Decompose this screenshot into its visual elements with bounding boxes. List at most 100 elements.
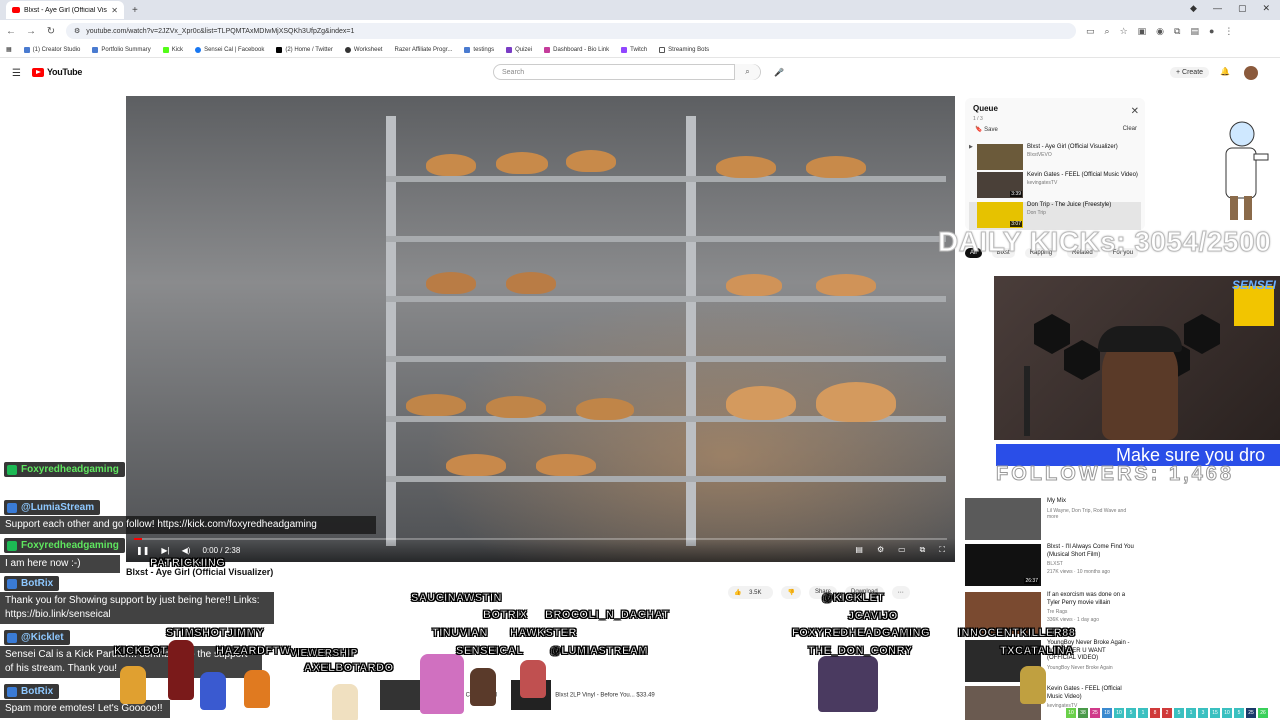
stream-chat-overlay: Foxyredheadgaming @LumiaStream Support e… (0, 430, 380, 720)
browser-tab-active[interactable]: Blxst - Aye Girl (Official Vis... ✕ (6, 1, 124, 19)
recommendation-item[interactable]: YoungBoy Never Broke Again - WHATEVER U … (965, 640, 1135, 682)
bookmark[interactable]: Portfolio Summary (92, 46, 151, 53)
share-button[interactable]: Share (808, 586, 837, 599)
bookmark-icon (344, 46, 351, 53)
recommendation-item[interactable]: 26:37 Blxst - I'll Always Come Find You … (965, 544, 1135, 586)
hamburger-menu-icon[interactable]: ☰ (12, 68, 21, 79)
settings-gear-icon[interactable]: ⚙ (877, 545, 884, 555)
close-window-icon[interactable]: ✕ (1262, 3, 1270, 14)
theater-mode-icon[interactable]: ▭ (898, 545, 906, 555)
bookmark[interactable]: testings (464, 46, 494, 53)
profile-icon[interactable]: ◆ (1190, 3, 1197, 14)
badge-icon (7, 632, 17, 643)
account-avatar[interactable] (1244, 66, 1258, 80)
color-count: 10 (1066, 708, 1076, 718)
forward-icon[interactable]: → (26, 26, 36, 37)
queue-item[interactable]: ▶ Blxst - Aye Girl (Official Visualizer)… (969, 144, 1141, 172)
extension-icon[interactable]: ▤ (1190, 26, 1199, 37)
like-button[interactable]: 👍 3.5K (728, 586, 774, 599)
minimize-icon[interactable]: — (1213, 3, 1222, 14)
create-button[interactable]: + Create (1170, 67, 1210, 78)
bookmark[interactable]: Kick (162, 46, 183, 53)
color-count: 8 (1150, 708, 1160, 718)
color-count: 18 (1102, 708, 1112, 718)
zoom-icon[interactable]: ⌕ (1105, 26, 1110, 37)
avatar-icon[interactable]: ● (1209, 26, 1214, 37)
notifications-bell-icon[interactable]: 🔔 (1220, 67, 1230, 76)
fullscreen-icon[interactable]: ⛶ (939, 545, 945, 555)
bookmark[interactable]: Razer Affiliate Progr... (394, 47, 452, 53)
merch-item[interactable]: Blxst - Just For Clarity Vinyl (380, 680, 497, 710)
chat-username: @Kicklet (4, 630, 70, 645)
search-input[interactable]: Search ⌕ (493, 64, 761, 80)
bookmark[interactable]: Streaming Bots (659, 46, 709, 53)
bookmark-star-icon[interactable]: ☆ (1120, 26, 1128, 37)
video-actions: 👍 3.5K 👎 Share Download ⋯ (728, 586, 910, 599)
miniplayer-icon[interactable]: ⧉ (920, 545, 926, 555)
search-icon[interactable]: ⌕ (734, 64, 760, 80)
chat-text: I am here now :-) (0, 555, 120, 573)
bookmark-icon (195, 46, 202, 53)
bookmark[interactable]: Quizei (506, 46, 532, 53)
merch-item[interactable]: Blxst 2LP Vinyl - Before You... $33.49 (511, 680, 655, 710)
mic-arm (1024, 366, 1030, 436)
bookmark[interactable]: Worksheet (344, 46, 382, 53)
color-count: 1 (1186, 708, 1196, 718)
dislike-button[interactable]: 👎 (781, 586, 801, 599)
cast-icon[interactable]: ▭ (1086, 26, 1095, 37)
extension-icon[interactable]: ▣ (1138, 26, 1147, 37)
back-icon[interactable]: ← (6, 26, 16, 37)
followers-counter: FOLLOWERS: 1,468 (995, 463, 1235, 486)
captions-icon[interactable]: ▤ (855, 545, 863, 555)
viewer-name: JCAVIJO (848, 610, 898, 623)
close-tab-icon[interactable]: ✕ (111, 6, 118, 15)
new-tab-icon[interactable]: + (132, 5, 138, 16)
color-count: 25 (1090, 708, 1100, 718)
badge-icon (7, 686, 17, 697)
queue-thumbnail: 3:39 (977, 172, 1023, 198)
color-count: 1 (1138, 708, 1148, 718)
bakery-rack-image (386, 116, 946, 546)
extension-icon[interactable]: ⧉ (1174, 26, 1180, 37)
color-count: 10 (1114, 708, 1124, 718)
queue-item[interactable]: 3:39 Kevin Gates - FEEL (Official Music … (969, 172, 1141, 200)
chat-username: @LumiaStream (4, 500, 101, 515)
bookmark-icon (506, 46, 513, 53)
window-controls: ◆ — ▢ ✕ (1190, 3, 1270, 14)
color-count: 15 (1210, 708, 1220, 718)
save-queue-button[interactable]: 🔖 Save (975, 126, 998, 133)
download-button[interactable]: Download (844, 586, 884, 599)
bookmark-icon (276, 46, 283, 53)
url-text: youtube.com/watch?v=2JZVx_Xpr0c&list=TLP… (86, 27, 355, 35)
maximize-icon[interactable]: ▢ (1238, 3, 1247, 14)
recommendation-item[interactable]: If an exorcism was done on a Tyler Perry… (965, 592, 1135, 634)
url-field[interactable]: ⚙ youtube.com/watch?v=2JZVx_Xpr0c&list=T… (66, 23, 1076, 39)
reload-icon[interactable]: ↻ (46, 26, 56, 37)
extensions-area: ▭ ⌕ ☆ ▣ ◉ ⧉ ▤ ● ⋮ (1086, 26, 1233, 37)
bookmark-icon (162, 46, 169, 53)
bookmark[interactable]: Sensei Cal | Facebook (195, 46, 264, 53)
clear-queue-button[interactable]: Clear (1123, 126, 1137, 132)
bookmark[interactable]: Twitch (621, 46, 647, 53)
chat-username: BotRix (4, 576, 60, 591)
youtube-play-icon (32, 67, 44, 77)
bookmark-icon (23, 46, 30, 53)
recommendation-item[interactable]: My Mix Lil Wayne, Don Trip, Rod Wave and … (965, 498, 1135, 540)
queue-title: Queue (973, 104, 998, 113)
microphone-icon[interactable]: 🎤 (774, 68, 784, 77)
bookmark[interactable]: Dashboard - Bio Link (544, 46, 609, 53)
youtube-logo[interactable]: YouTube (32, 67, 82, 77)
close-icon[interactable]: ✕ (1131, 106, 1139, 117)
apps-icon[interactable]: ▦ (6, 46, 12, 53)
viewer-name: BROCOLI_N_DACHAT (545, 609, 670, 622)
menu-icon[interactable]: ⋮ (1224, 26, 1233, 37)
viewer-name: BOTRIX (483, 609, 528, 622)
recommendation-thumbnail (965, 686, 1041, 720)
more-actions-icon[interactable]: ⋯ (891, 586, 910, 599)
daily-kicks-counter: DAILY KICKs: 3054/2500 (937, 226, 1272, 258)
youtube-header: ☰ YouTube Search ⌕ 🎤 + Create 🔔 (0, 60, 1280, 86)
extension-icon[interactable]: ◉ (1156, 26, 1164, 37)
bookmark[interactable]: (2) Home / Twitter (276, 46, 333, 53)
bookmark[interactable]: (1) Creator Studio (23, 46, 80, 53)
site-info-icon[interactable]: ⚙ (74, 27, 80, 35)
